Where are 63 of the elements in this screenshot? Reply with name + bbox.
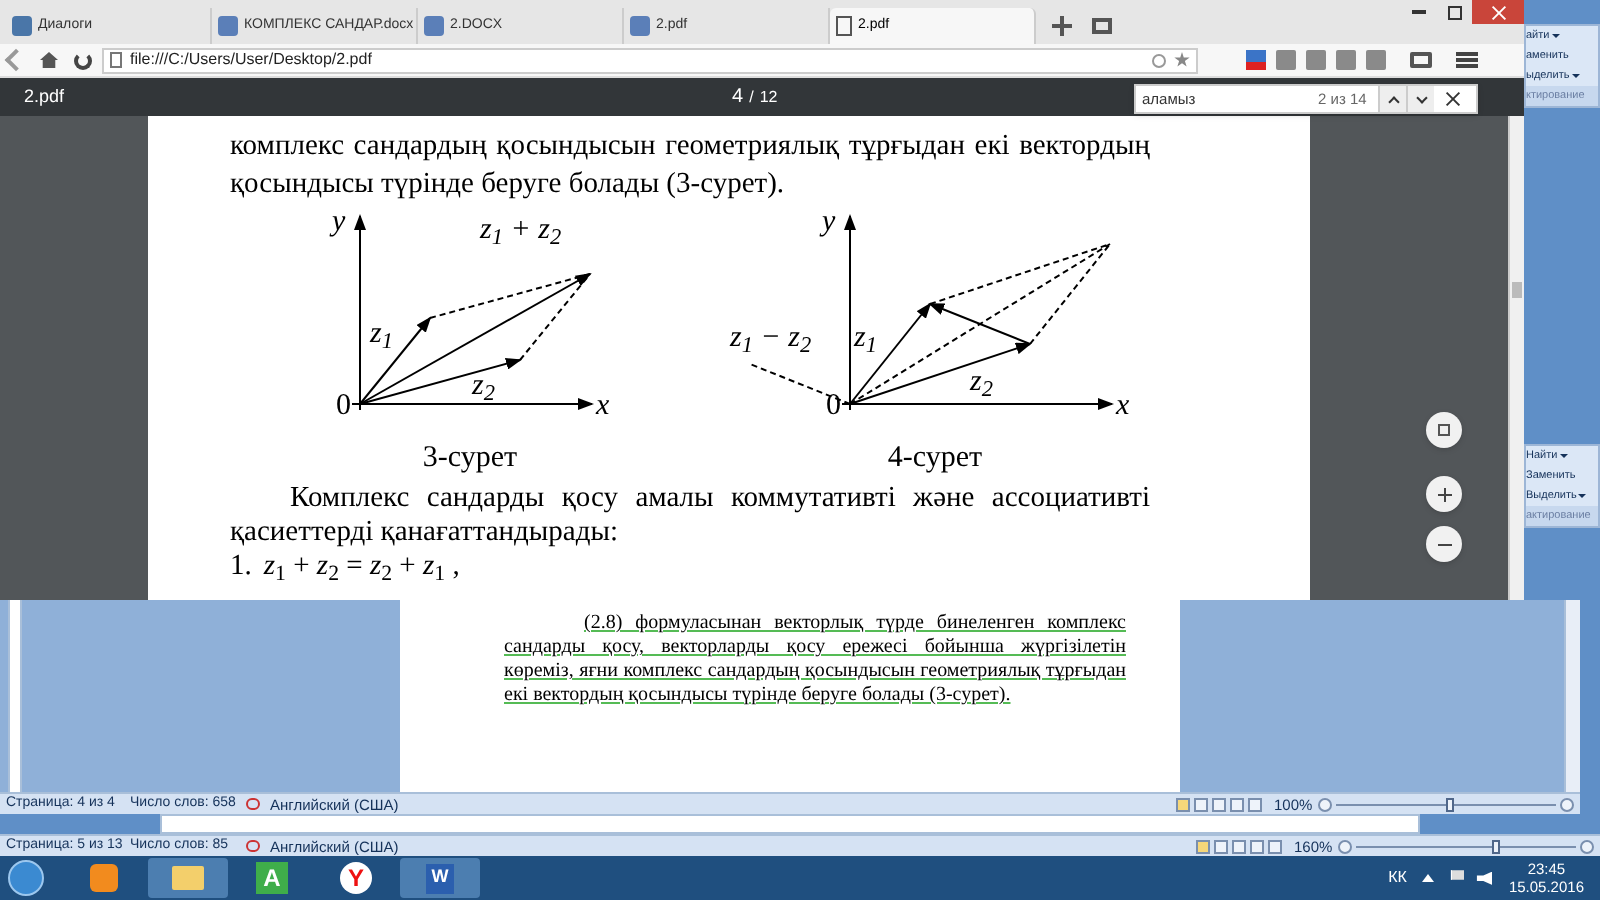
- origin-label: 0: [336, 392, 351, 422]
- folder-icon[interactable]: [148, 858, 228, 899]
- figure-caption: 3-сурет: [422, 444, 518, 474]
- close-button[interactable]: [1472, 0, 1524, 24]
- zoom-in-icon[interactable]: [1560, 797, 1574, 812]
- language-indicator[interactable]: КК: [1388, 866, 1407, 891]
- slider-thumb[interactable]: [1446, 797, 1454, 812]
- reload-icon[interactable]: [74, 51, 92, 69]
- tray-arrow-icon[interactable]: [1422, 874, 1435, 883]
- body-text: қосындысы түрінде беруге болады (3-сурет).: [230, 166, 787, 204]
- body-text: комплекс сандардың қосындысын геометриялық тұрғыдан екі вектордың: [230, 128, 1150, 166]
- page-total: 12: [759, 86, 778, 110]
- word-app-icon[interactable]: W: [400, 858, 480, 899]
- zoom-out-button[interactable]: [1426, 526, 1462, 562]
- document-icon: [218, 16, 238, 36]
- word-scrollbar[interactable]: [1564, 600, 1580, 793]
- spellcheck-icon: [246, 840, 260, 853]
- scroll-thumb[interactable]: [1512, 282, 1522, 298]
- next-match-button[interactable]: [1406, 86, 1434, 112]
- page-icon: [110, 52, 122, 68]
- vector-label: z$_{1}$: [370, 320, 393, 350]
- slider-thumb[interactable]: [1492, 839, 1501, 854]
- zoom-in-button[interactable]: [1426, 476, 1462, 512]
- previous-match-button[interactable]: [1378, 86, 1406, 112]
- address-field[interactable]: file:///C:/Users/User/Desktop/2.pdf: [102, 47, 1198, 73]
- document-text: (2.8) формуласынан векторлық түрде бинеленген комплекс сандарды қосу, векторларды қосу ережесі бойынша жүргізілетін көреміз, яғни комплекс сандардың қосындысын геометриялық тұрғыдан екі вектордың қосындысы түрінде беруге болады (3-сурет).: [504, 612, 1126, 708]
- vector-label: z$_{1}$: [854, 324, 877, 354]
- origin-label: 0: [826, 392, 841, 422]
- speaker-icon[interactable]: [1476, 871, 1493, 886]
- start-button[interactable]: [8, 860, 44, 897]
- spellcheck-icon: [246, 798, 260, 811]
- file-icon: [836, 16, 852, 36]
- zoom-in-icon[interactable]: [1580, 839, 1594, 854]
- chat-bubble-icon[interactable]: [1410, 52, 1432, 68]
- translate-icon[interactable]: [1152, 53, 1166, 67]
- chat-icon: [12, 16, 32, 36]
- equation: z$_{1}$ + z$_{2}$ = z$_{2}$ + z$_{1}$ ,: [263, 550, 460, 584]
- axis-label: x: [596, 392, 610, 422]
- vector-label: z$_{1}$ − z$_{2}$: [730, 324, 812, 354]
- menu-icon[interactable]: [1456, 52, 1478, 68]
- axis-label: y: [332, 208, 346, 238]
- body-text: қасиеттерді қанағаттандырады:: [230, 516, 620, 550]
- close-icon[interactable]: [1446, 92, 1460, 106]
- page-separator: /: [749, 86, 754, 110]
- page-number[interactable]: 4: [732, 82, 744, 112]
- axis-label: y: [822, 208, 836, 238]
- document-title: 2.pdf: [24, 83, 65, 110]
- list-number: 1.: [230, 550, 252, 584]
- body-text: Комплекс сандарды қосу амалы коммутативті және ассоциативті: [288, 482, 1150, 516]
- fit-page-button[interactable]: [1426, 412, 1462, 448]
- zoom-out-icon[interactable]: [1338, 839, 1352, 854]
- vector-label: z$_{1}$ + z$_{2}$: [480, 216, 562, 246]
- new-tab-icon[interactable]: [1052, 16, 1072, 36]
- vector-label: z$_{2}$: [472, 372, 495, 402]
- zoom-out-icon[interactable]: [1318, 797, 1332, 812]
- axis-label: x: [1116, 392, 1130, 422]
- home-icon[interactable]: [40, 52, 58, 68]
- tabs-list-icon[interactable]: [1092, 18, 1112, 34]
- figure-caption: 4-сурет: [887, 444, 983, 474]
- document-icon: [424, 16, 444, 36]
- vector-label: z$_{2}$: [970, 368, 993, 398]
- scrollbar[interactable]: [1508, 116, 1524, 600]
- document-icon: [630, 16, 650, 36]
